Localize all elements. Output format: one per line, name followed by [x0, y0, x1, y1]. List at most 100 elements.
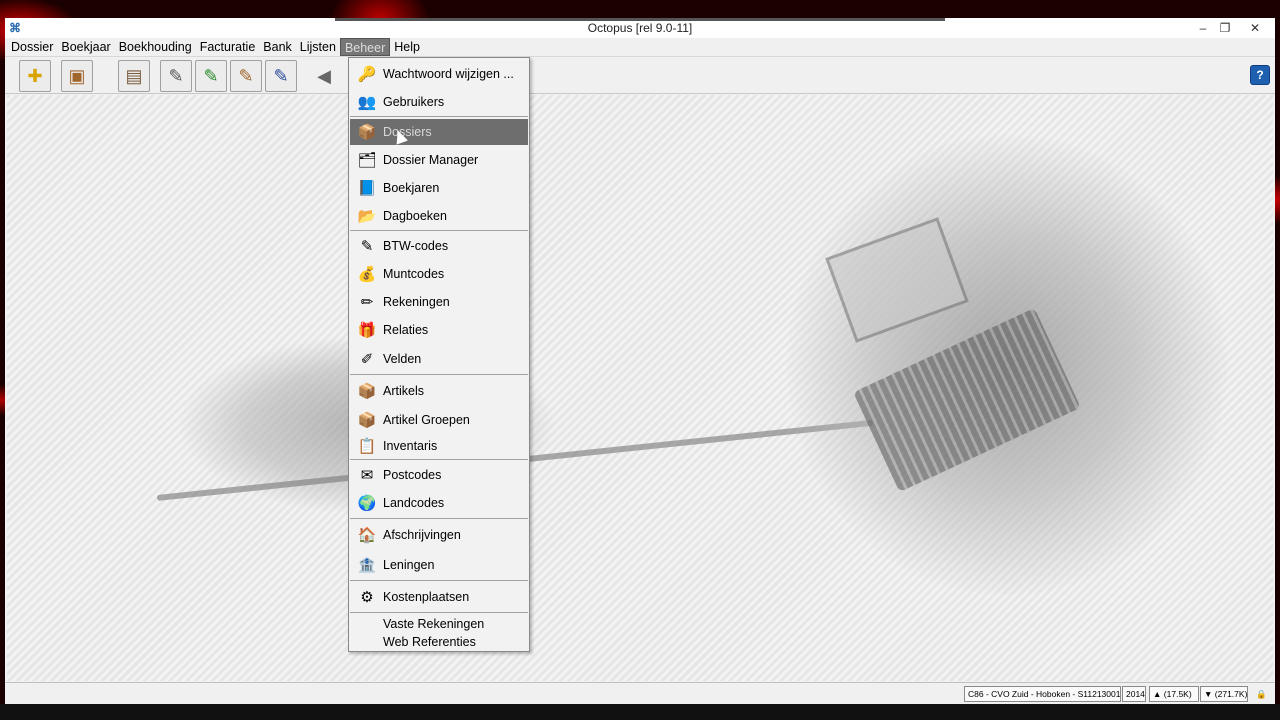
close-icon[interactable]: ✕ — [1241, 18, 1269, 38]
help-button[interactable]: ? — [1250, 65, 1270, 85]
gear-icon: ⚙ — [360, 589, 374, 606]
menu-dossier[interactable]: Dossier — [7, 38, 57, 56]
menu-item-label: BTW-codes — [383, 239, 449, 253]
menu-bar: Dossier Boekjaar Boekhouding Facturatie … — [5, 38, 1275, 56]
folder-icon: 📂 — [357, 208, 377, 225]
status-down-value: (271.7K) — [1214, 689, 1248, 699]
menu-item-afschrijvingen[interactable]: 🏠 Afschrijvingen — [350, 522, 528, 548]
back-arrow-icon: ◀ — [317, 65, 331, 86]
menu-boekhouding[interactable]: Boekhouding — [115, 38, 196, 56]
booking-icon: ✎ — [168, 65, 184, 86]
status-up-value: (17.5K) — [1163, 689, 1192, 699]
menu-separator — [350, 459, 528, 460]
menu-item-dossiers[interactable]: 📦 Dossiers — [350, 119, 528, 145]
boxes-icon: 📦 — [357, 412, 377, 429]
open-dossier-icon: ▣ — [68, 65, 86, 86]
menu-item-label: Kostenplaatsen — [383, 590, 470, 604]
menu-item-postcodes[interactable]: ✉ Postcodes — [350, 463, 528, 487]
menu-item-kostenplaatsen[interactable]: ⚙ Kostenplaatsen — [350, 584, 528, 610]
status-bar: C86 - CVO Zuid - Hoboken - S11213001 201… — [5, 682, 1275, 704]
menu-item-rekeningen[interactable]: ✏ Rekeningen — [350, 290, 528, 314]
status-year: 2014 — [1122, 686, 1146, 702]
menu-item-velden[interactable]: ✐ Velden — [350, 347, 528, 371]
menu-item-label: Rekeningen — [383, 295, 450, 309]
menu-item-dossier-manager[interactable]: 🗂 Dossier Manager — [350, 148, 528, 172]
pencil-icon: ✏ — [360, 294, 374, 311]
title-bar[interactable]: ⌘ Octopus [rel 9.0-11] – ❐ ✕ — [5, 18, 1275, 38]
booking-icon: ✎ — [238, 65, 254, 86]
booking-icon: ✎ — [203, 65, 219, 86]
clipboard-icon: 📋 — [357, 438, 377, 455]
bank-icon: 🏦 — [357, 557, 377, 574]
booking-button-3[interactable]: ✎ — [230, 60, 262, 92]
menu-item-gebruikers[interactable]: 👥 Gebruikers — [350, 90, 528, 114]
menu-item-artikels[interactable]: 📦 Artikels — [350, 379, 528, 403]
menu-item-inventaris[interactable]: 📋 Inventaris — [350, 435, 528, 457]
beheer-dropdown-menu: 🔑 Wachtwoord wijzigen ... 👥 Gebruikers 📦 Do… — [348, 57, 530, 652]
menu-item-label: Artikels — [383, 384, 424, 398]
menu-lijsten[interactable]: Lijsten — [296, 38, 340, 56]
menu-item-leningen[interactable]: 🏦 Leningen — [350, 552, 528, 578]
gift-icon: 🎁 — [357, 322, 377, 339]
workspace-background — [7, 95, 1273, 681]
menu-item-label: Muntcodes — [383, 267, 445, 281]
menu-item-label: Dagboeken — [383, 209, 447, 223]
booking-button-1[interactable]: ✎ — [160, 60, 192, 92]
menu-item-label: Gebruikers — [383, 95, 445, 109]
new-dossier-icon: ✚ — [27, 65, 43, 86]
blank-icon — [354, 631, 380, 653]
menu-help[interactable]: Help — [390, 38, 424, 56]
users-icon: 👥 — [357, 94, 377, 111]
help-icon: ? — [1256, 68, 1264, 82]
folders-icon: 🗂 — [357, 152, 377, 169]
menu-item-label: Dossiers — [383, 125, 432, 139]
down-arrow-icon: ▼ — [1204, 689, 1213, 699]
restore-icon[interactable]: ❐ — [1211, 18, 1239, 38]
menu-bank[interactable]: Bank — [259, 38, 296, 56]
book-button[interactable]: ▤ — [118, 60, 150, 92]
menu-item-label: Postcodes — [383, 468, 442, 482]
menu-item-relaties[interactable]: 🎁 Relaties — [350, 318, 528, 342]
menu-item-label: Afschrijvingen — [383, 528, 461, 542]
menu-separator — [350, 580, 528, 581]
status-company: C86 - CVO Zuid - Hoboken - S11213001 — [964, 686, 1121, 702]
menu-item-label: Wachtwoord wijzigen ... — [383, 67, 514, 81]
new-dossier-button[interactable]: ✚ — [19, 60, 51, 92]
menu-separator — [350, 518, 528, 519]
menu-item-wachtwoord[interactable]: 🔑 Wachtwoord wijzigen ... — [350, 62, 528, 86]
pen-icon: ✎ — [360, 238, 374, 255]
book-icon: ▤ — [125, 65, 143, 86]
octopus-window: ⌘ Octopus [rel 9.0-11] – ❐ ✕ Dossier Boe… — [5, 18, 1275, 704]
toolbar: ✚ ▣ ▤ ✎ ✎ ✎ ✎ ◀ ? — [5, 56, 1275, 94]
menu-beheer[interactable]: Beheer — [339, 38, 391, 56]
back-button[interactable]: ◀ — [308, 60, 340, 92]
booking-button-2[interactable]: ✎ — [195, 60, 227, 92]
status-up: ▲ (17.5K) — [1149, 686, 1199, 702]
menu-facturatie[interactable]: Facturatie — [196, 38, 260, 56]
box-icon: 📦 — [357, 383, 377, 400]
open-dossier-button[interactable]: ▣ — [61, 60, 93, 92]
menu-boekjaar[interactable]: Boekjaar — [57, 38, 114, 56]
envelope-icon: ✉ — [360, 467, 374, 484]
menu-separator — [350, 374, 528, 375]
menu-item-label: Web Referenties — [383, 635, 476, 649]
key-icon: 🔑 — [357, 66, 377, 83]
menu-item-label: Landcodes — [383, 496, 445, 510]
house-icon: 🏠 — [357, 527, 377, 544]
booking-icon: ✎ — [273, 65, 289, 86]
menu-item-web-referenties[interactable]: Web Referenties — [350, 633, 528, 651]
menu-item-label: Inventaris — [383, 439, 438, 453]
menu-item-dagboeken[interactable]: 📂 Dagboeken — [350, 204, 528, 228]
menu-separator — [350, 230, 528, 231]
menu-item-muntcodes[interactable]: 💰 Muntcodes — [350, 262, 528, 286]
menu-item-label: Dossier Manager — [383, 153, 479, 167]
menu-item-label: Boekjaren — [383, 181, 440, 195]
menu-item-label: Artikel Groepen — [383, 413, 470, 427]
menu-item-btw-codes[interactable]: ✎ BTW-codes — [350, 234, 528, 258]
menu-item-landcodes[interactable]: 🌍 Landcodes — [350, 491, 528, 515]
menu-item-boekjaren[interactable]: 📘 Boekjaren — [350, 176, 528, 200]
menu-item-artikel-groepen[interactable]: 📦 Artikel Groepen — [350, 408, 528, 432]
up-arrow-icon: ▲ — [1153, 689, 1162, 699]
menu-item-label: Velden — [383, 352, 422, 366]
booking-button-4[interactable]: ✎ — [265, 60, 297, 92]
